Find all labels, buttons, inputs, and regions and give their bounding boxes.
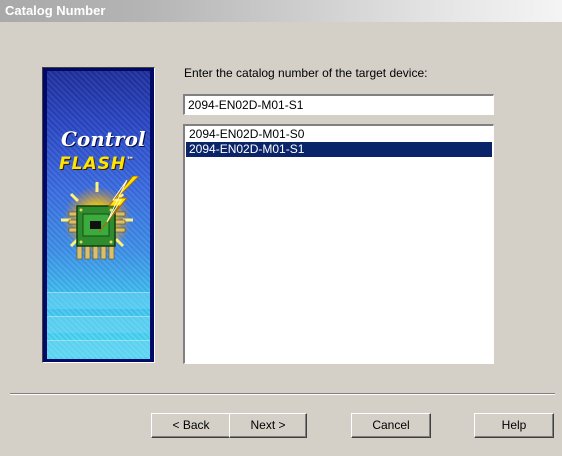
- logo-band: [47, 292, 150, 309]
- title-bar: Catalog Number: [0, 0, 562, 22]
- catalog-number-input-value: 2094-EN02D-M01-S1: [188, 98, 304, 112]
- instruction-label: Enter the catalog number of the target d…: [184, 66, 428, 80]
- catalog-number-input[interactable]: 2094-EN02D-M01-S1: [183, 94, 494, 115]
- logo-text-flash-word: FLASH: [59, 154, 127, 174]
- logo-band: [47, 340, 150, 357]
- catalog-number-list[interactable]: 2094-EN02D-M01-S0 2094-EN02D-M01-S1: [183, 124, 494, 364]
- help-button[interactable]: Help: [474, 413, 554, 438]
- logo-background: Control FLASH™: [47, 71, 150, 359]
- list-item-selected[interactable]: 2094-EN02D-M01-S1: [186, 142, 492, 157]
- chip-lightning-icon: [61, 176, 140, 260]
- logo-text-control: Control: [61, 127, 146, 151]
- logo-trademark: ™: [126, 155, 136, 165]
- controlflash-logo: Control FLASH™: [42, 67, 155, 363]
- divider: [10, 393, 555, 395]
- back-button[interactable]: < Back: [151, 413, 231, 438]
- window-title: Catalog Number: [5, 3, 106, 18]
- list-item[interactable]: 2094-EN02D-M01-S0: [186, 127, 492, 142]
- cancel-button[interactable]: Cancel: [351, 413, 431, 438]
- logo-text-flash: FLASH™: [59, 154, 135, 174]
- logo-band: [47, 316, 150, 333]
- next-button[interactable]: Next >: [229, 413, 307, 438]
